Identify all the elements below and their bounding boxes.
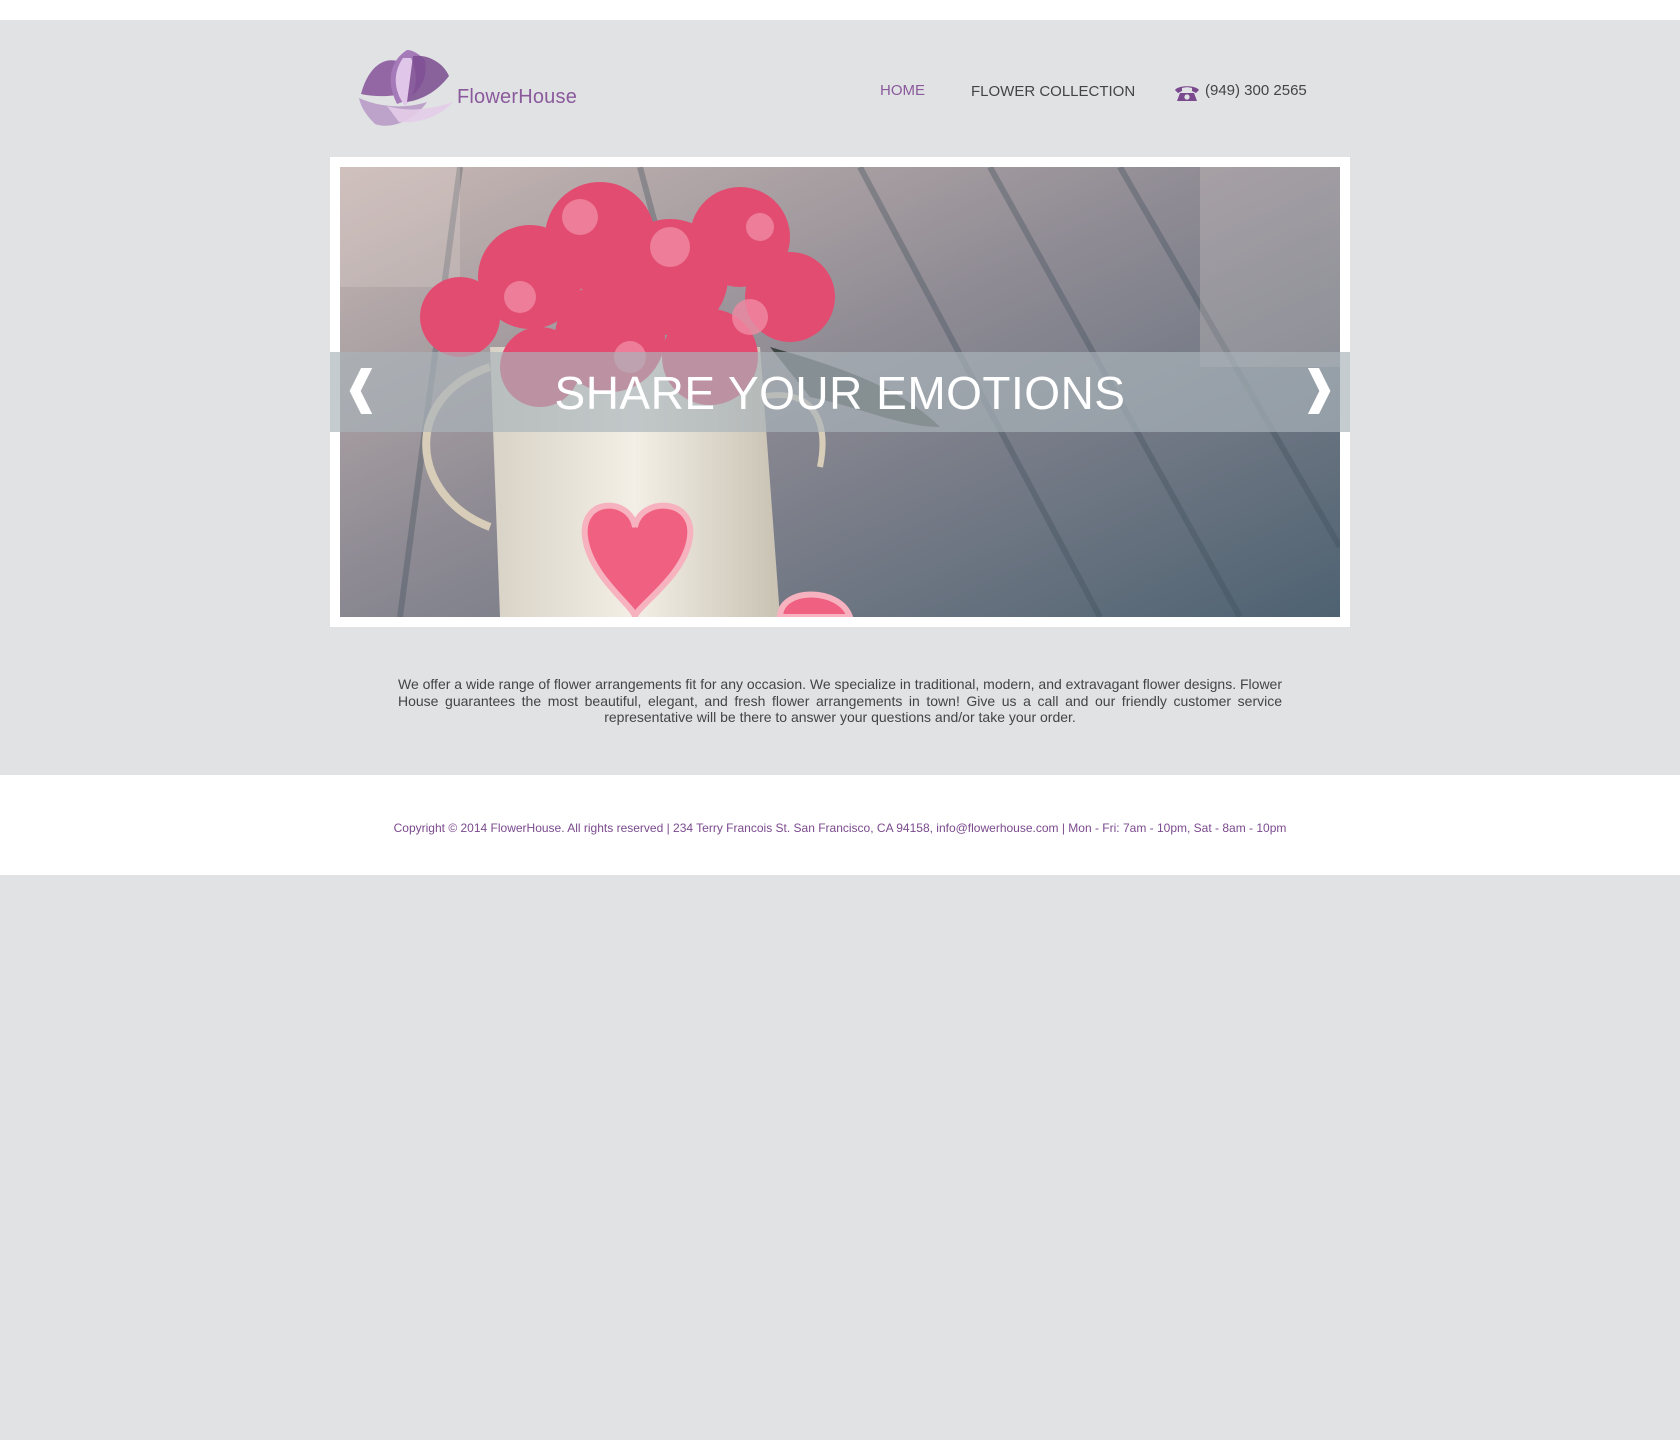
main-nav: HOME FLOWER COLLECTION (949) 300 2565: [0, 82, 1680, 106]
intro-paragraph: We offer a wide range of flower arrangem…: [398, 676, 1283, 725]
slider-next-arrow[interactable]: ❱: [1299, 364, 1338, 410]
nav-home[interactable]: HOME: [880, 82, 925, 99]
nav-flower-collection[interactable]: FLOWER COLLECTION: [971, 83, 1135, 100]
footer-text: Copyright © 2014 FlowerHouse. All rights…: [393, 821, 1287, 835]
site-footer: Copyright © 2014 FlowerHouse. All rights…: [0, 775, 1680, 875]
site-header: FlowerHouse HOME FLOWER COLLECTION (949)…: [0, 20, 1680, 157]
telephone-icon: [1175, 86, 1199, 101]
hero-slider: ❰ SHARE YOUR EMOTIONS ❱: [330, 157, 1350, 627]
slider-caption: SHARE YOUR EMOTIONS: [554, 367, 1126, 419]
top-strip: [0, 0, 1680, 20]
phone-number: (949) 300 2565: [1205, 82, 1307, 99]
caption-band: ❰ SHARE YOUR EMOTIONS ❱: [330, 352, 1350, 432]
